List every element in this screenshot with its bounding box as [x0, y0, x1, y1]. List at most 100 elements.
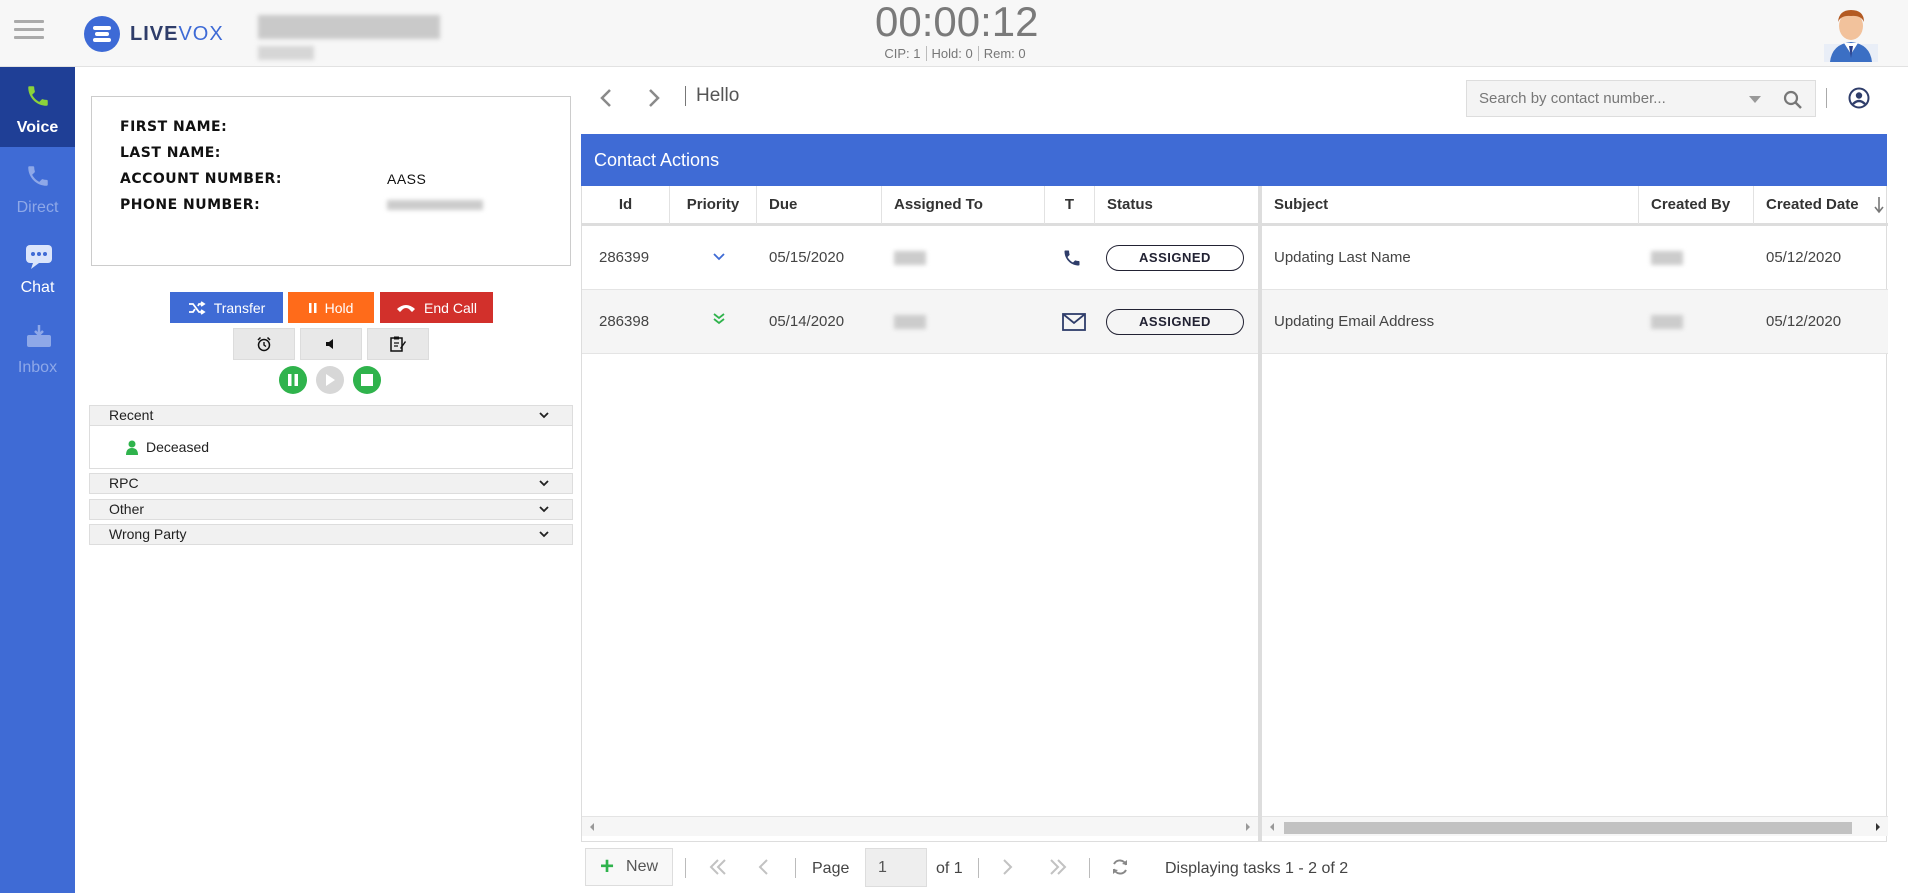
- created-by-redacted: [1639, 226, 1683, 289]
- transfer-button[interactable]: Transfer: [170, 292, 283, 323]
- livevox-logo: LIVEVOX: [84, 16, 224, 52]
- cell-subject: Updating Last Name: [1274, 249, 1411, 266]
- column-header-due[interactable]: Due: [757, 186, 882, 224]
- contact-search: [1466, 80, 1816, 117]
- notes-button[interactable]: [367, 328, 429, 360]
- status-badge: ASSIGNED: [1106, 245, 1244, 271]
- scrollbar-thumb[interactable]: [1284, 822, 1852, 834]
- cell-created-date: 05/12/2020: [1766, 249, 1842, 266]
- account-number-row: ACCOUNT NUMBER: AASS: [120, 171, 570, 197]
- column-header-priority[interactable]: Priority: [670, 186, 757, 224]
- page-number-input[interactable]: [865, 848, 927, 887]
- column-header-type[interactable]: T: [1045, 186, 1095, 224]
- recording-play-button[interactable]: [316, 366, 344, 394]
- nav-inbox[interactable]: Inbox: [0, 307, 75, 387]
- last-page-icon[interactable]: [1047, 856, 1069, 878]
- recording-stop-button[interactable]: [353, 366, 381, 394]
- disposition-group-wrong-party[interactable]: Wrong Party: [89, 524, 573, 545]
- column-header-assigned-to[interactable]: Assigned To: [882, 186, 1045, 224]
- clipboard-edit-icon: [390, 336, 406, 352]
- stop-icon: [361, 374, 373, 386]
- horizontal-scrollbar-right[interactable]: [1262, 816, 1888, 836]
- shuffle-icon: [188, 300, 206, 315]
- phone-number-redacted: [387, 200, 483, 210]
- cell-id: 286399: [599, 249, 650, 266]
- hold-button[interactable]: Hold: [288, 292, 374, 323]
- back-chevron-icon[interactable]: [596, 86, 616, 110]
- nav-inbox-label: Inbox: [17, 359, 58, 376]
- column-header-id[interactable]: Id: [582, 186, 670, 224]
- person-icon: [126, 440, 138, 455]
- refresh-icon[interactable]: [1110, 857, 1130, 877]
- new-task-label: New: [626, 858, 659, 875]
- grid-pager: + New Page of 1 Displaying tasks 1 - 2 o…: [581, 842, 1887, 893]
- hold-label: Hold: [324, 299, 354, 316]
- created-by-redacted: [1639, 290, 1683, 353]
- scroll-right-icon[interactable]: [1244, 822, 1252, 832]
- first-name-label: FIRST NAME:: [120, 119, 228, 135]
- stat-rem: Rem: 0: [977, 46, 1031, 61]
- pager-divider: [978, 858, 979, 878]
- search-icon[interactable]: [1783, 90, 1803, 110]
- first-page-icon[interactable]: [707, 856, 729, 878]
- phone-icon: [1050, 226, 1082, 289]
- disposition-group-other[interactable]: Other: [89, 499, 573, 520]
- pager-status: Displaying tasks 1 - 2 of 2: [1165, 860, 1349, 877]
- nav-chat[interactable]: Chat: [0, 227, 75, 307]
- previous-page-icon[interactable]: [756, 856, 772, 878]
- top-header: LIVEVOX 00:00:12 CIP: 1 Hold: 0 Rem: 0: [0, 0, 1908, 67]
- chevron-down-icon: [539, 506, 549, 513]
- search-dropdown-icon[interactable]: [1749, 96, 1761, 103]
- column-header-status[interactable]: Status: [1095, 186, 1258, 224]
- hamburger-menu-icon[interactable]: [14, 20, 44, 42]
- agent-name-redacted: [258, 15, 440, 39]
- call-timer: 00:00:12: [875, 0, 1039, 45]
- next-page-icon[interactable]: [999, 856, 1015, 878]
- contact-actions-grid: Id Priority Due Assigned To T Status Sub…: [581, 186, 1888, 842]
- contact-actions-header: Contact Actions: [581, 134, 1887, 186]
- callback-alarm-button[interactable]: [233, 328, 295, 360]
- forward-chevron-icon[interactable]: [644, 86, 664, 110]
- table-row[interactable]: 286399 05/15/2020 ASSIGNED Updating Last…: [582, 226, 1888, 290]
- pager-divider: [685, 858, 686, 878]
- column-header-subject[interactable]: Subject: [1262, 186, 1639, 224]
- hang-up-icon: [397, 304, 416, 312]
- agent-avatar[interactable]: [1824, 4, 1878, 62]
- group-label: RPC: [109, 475, 139, 491]
- logo-text-bold: LIVE: [130, 22, 179, 45]
- search-input[interactable]: [1467, 81, 1737, 116]
- phone-number-row: PHONE NUMBER:: [120, 197, 570, 223]
- disposition-deceased[interactable]: Deceased: [126, 439, 209, 455]
- account-number-value: AASS: [387, 171, 427, 187]
- nav-chat-label: Chat: [20, 279, 55, 296]
- scroll-right-icon[interactable]: [1874, 822, 1882, 832]
- nav-direct[interactable]: Direct: [0, 147, 75, 227]
- grid-header-row: Id Priority Due Assigned To T Status Sub…: [582, 186, 1888, 226]
- user-account-icon[interactable]: [1848, 87, 1870, 109]
- recent-dispositions-list: Deceased: [89, 426, 573, 469]
- table-row[interactable]: 286398 05/14/2020 ASSIGNED Updating Emai…: [582, 290, 1888, 354]
- horizontal-scrollbar-left[interactable]: [582, 816, 1258, 836]
- new-task-button[interactable]: + New: [585, 848, 673, 886]
- mute-button[interactable]: [300, 328, 362, 360]
- column-header-created-date[interactable]: Created Date: [1754, 186, 1888, 224]
- grid-splitter[interactable]: [1258, 186, 1262, 842]
- end-call-button[interactable]: End Call: [380, 292, 493, 323]
- disposition-group-rpc[interactable]: RPC: [89, 473, 573, 494]
- logo-mark: [84, 16, 120, 52]
- cell-id: 286398: [599, 313, 650, 330]
- scroll-left-icon[interactable]: [1268, 822, 1276, 832]
- disposition-group-recent[interactable]: Recent: [89, 405, 573, 426]
- column-header-created-by[interactable]: Created By: [1639, 186, 1754, 224]
- assigned-to-redacted: [882, 226, 926, 289]
- nav-voice-label: Voice: [16, 119, 59, 136]
- logo-text-light: VOX: [178, 22, 224, 45]
- page-count: of 1: [936, 860, 963, 877]
- phone-icon: [28, 166, 48, 186]
- scroll-left-icon[interactable]: [588, 822, 596, 832]
- nav-voice[interactable]: Voice: [0, 67, 75, 147]
- recording-pause-button[interactable]: [279, 366, 307, 394]
- call-stats: CIP: 1 Hold: 0 Rem: 0: [850, 46, 1060, 61]
- status-badge: ASSIGNED: [1106, 309, 1244, 335]
- last-name-label: LAST NAME:: [120, 145, 221, 161]
